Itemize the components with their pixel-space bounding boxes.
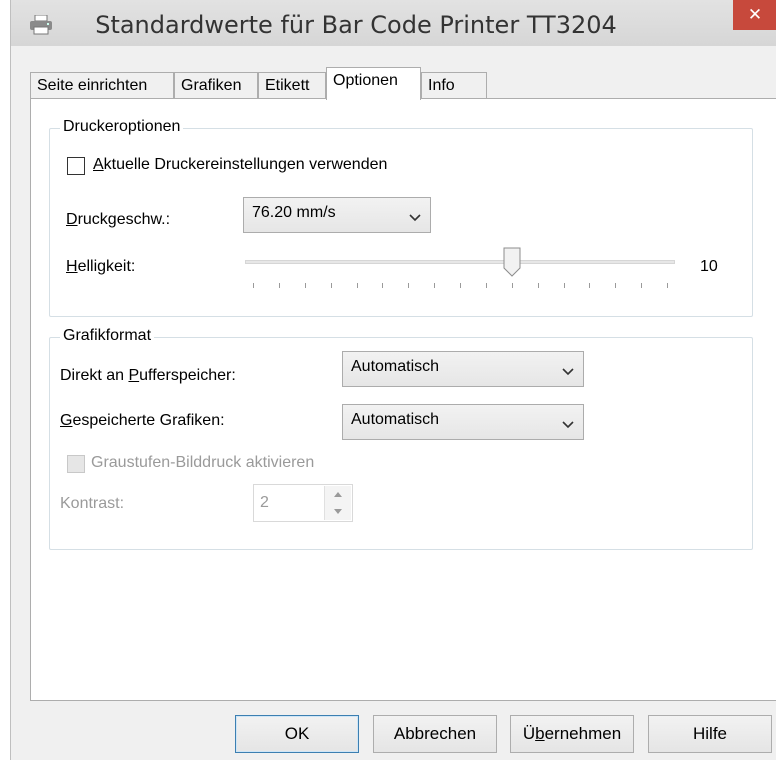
apply-button[interactable]: Übernehmen: [510, 715, 634, 753]
slider-tick: [330, 283, 332, 288]
dialog-window: Standardwerte für Bar Code Printer TT320…: [10, 0, 776, 760]
slider-tick: [253, 283, 254, 288]
slider-tick: [615, 283, 617, 288]
tab-seite-einrichten[interactable]: Seite einrichten: [30, 72, 174, 99]
arrow-up-icon: [334, 492, 342, 497]
help-button[interactable]: Hilfe: [648, 715, 772, 753]
slider-tick: [278, 283, 280, 288]
contrast-label: Kontrast:: [60, 495, 125, 512]
arrow-down-icon: [334, 509, 342, 514]
stored-graphics-value: Automatisch: [351, 411, 440, 428]
slider-tick: [460, 283, 461, 288]
close-button[interactable]: ✕: [733, 0, 776, 30]
stored-graphics-label: Gespeicherte Grafiken:: [60, 412, 225, 429]
slider-tick: [304, 283, 306, 288]
print-speed-value: 76.20 mm/s: [252, 204, 336, 221]
slider-tick: [589, 283, 591, 288]
contrast-spinner: [324, 486, 351, 520]
tab-etikett[interactable]: Etikett: [258, 72, 326, 99]
slider-tick: [434, 283, 436, 288]
direct-buffer-label: Direkt an Pufferspeicher:: [60, 367, 236, 384]
slider-tick: [641, 283, 643, 288]
grayscale-checkbox[interactable]: [67, 455, 85, 473]
cancel-button[interactable]: Abbrechen: [373, 715, 497, 753]
graphics-format-title: Grafikformat: [60, 327, 155, 345]
slider-tick: [667, 283, 668, 288]
chevron-down-icon: [409, 207, 421, 227]
chevron-down-icon: [562, 414, 574, 434]
spin-up-button[interactable]: [325, 486, 351, 504]
print-speed-label: Druckgeschw.:: [66, 211, 171, 228]
close-icon: ✕: [747, 5, 763, 24]
print-speed-select[interactable]: 76.20 mm/s: [243, 197, 431, 233]
slider-tick: [537, 283, 539, 288]
slider-tick: [563, 283, 565, 288]
grayscale-label: Graustufen-Bilddruck aktivieren: [91, 454, 315, 471]
slider-tick: [382, 283, 384, 288]
brightness-value: 10: [700, 258, 718, 275]
chevron-down-icon: [562, 361, 574, 381]
tab-info[interactable]: Info: [421, 72, 487, 99]
slider-tick: [356, 283, 358, 288]
slider-tick: [511, 283, 513, 288]
brightness-slider-thumb[interactable]: [503, 247, 521, 282]
slider-tick: [485, 283, 487, 288]
spin-down-button[interactable]: [325, 503, 351, 520]
direct-buffer-select[interactable]: Automatisch: [342, 351, 584, 387]
window-title: Standardwerte für Bar Code Printer TT320…: [95, 11, 617, 39]
stored-graphics-select[interactable]: Automatisch: [342, 404, 584, 440]
ok-button[interactable]: OK: [235, 715, 359, 753]
printer-options-title: Druckeroptionen: [60, 118, 184, 136]
title-bar: Standardwerte für Bar Code Printer TT320…: [11, 0, 776, 46]
tab-grafiken[interactable]: Grafiken: [174, 72, 258, 99]
use-current-settings-checkbox[interactable]: [67, 157, 85, 175]
brightness-label: Helligkeit:: [66, 258, 136, 275]
tab-optionen[interactable]: Optionen: [326, 67, 421, 100]
use-current-settings-label: Aktuelle Druckereinstellungen verwenden: [93, 156, 388, 173]
contrast-value: 2: [260, 494, 269, 511]
slider-tick: [408, 283, 410, 288]
direct-buffer-value: Automatisch: [351, 358, 440, 375]
brightness-slider-track[interactable]: [245, 260, 675, 264]
